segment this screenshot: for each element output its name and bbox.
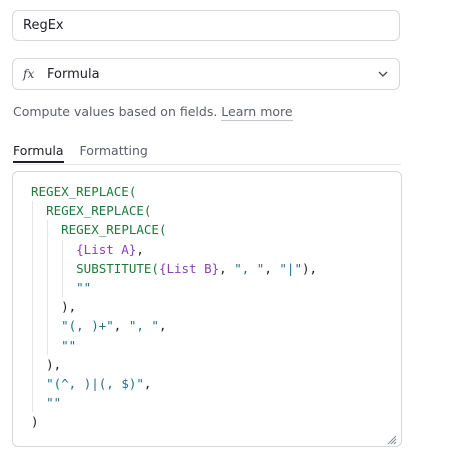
field-type-label: Formula: [47, 66, 100, 82]
fx-icon: fx: [23, 67, 35, 81]
indent-guide: [47, 220, 49, 240]
code-token-str: "(^, )|(, $)": [46, 375, 144, 391]
editor-tabs: Formula Formatting: [13, 142, 401, 165]
code-token-punc: ): [31, 414, 39, 430]
indent-guide: [32, 316, 33, 336]
indent-guide: [32, 297, 33, 317]
resize-handle-icon[interactable]: [385, 430, 397, 445]
code-token-str: ", ": [128, 318, 159, 334]
indent-guide: [32, 393, 33, 413]
indent-guide: [32, 220, 33, 240]
indent-guide: [32, 354, 33, 374]
indent-guide: [47, 239, 49, 259]
description-text: Compute values based on fields.: [13, 104, 218, 119]
indent-guide: [32, 278, 33, 298]
code-token-punc: ),: [46, 356, 62, 372]
tab-formatting[interactable]: Formatting: [80, 142, 148, 163]
indent-guide: [32, 239, 33, 259]
indent-guide: [47, 335, 49, 355]
indent-guide: [32, 258, 33, 278]
code-token-punc: ,: [113, 318, 129, 334]
code-token-punc: ,: [143, 375, 152, 391]
indent-guide: [47, 258, 49, 278]
indent-guide: [47, 278, 49, 298]
code-line: ): [31, 412, 317, 431]
code-token-str: ", ": [234, 260, 265, 276]
code-token-field: {List B}: [158, 260, 220, 276]
code-line: "(^, )|(, $)",: [31, 374, 317, 393]
code-line: "": [31, 393, 317, 412]
field-name-input[interactable]: RegEx: [12, 10, 400, 41]
code-token-punc: ,: [136, 241, 144, 257]
indent-guide: [62, 278, 64, 298]
indent-guide: [47, 297, 49, 317]
code-line: ),: [31, 355, 317, 374]
code-token-str: "|": [279, 260, 302, 276]
code-token-punc: ,: [264, 260, 280, 276]
code-token-punc: ,: [158, 318, 167, 334]
formula-code[interactable]: REGEX_REPLACE( REGEX_REPLACE( REGEX_REPL…: [31, 182, 317, 431]
code-line: ),: [31, 297, 317, 316]
indent-guide: [47, 316, 49, 336]
field-description: Compute values based on fields. Learn mo…: [13, 104, 293, 121]
code-token-fn: SUBSTITUTE(: [76, 260, 159, 276]
indent-guide: [32, 335, 33, 355]
indent-guide: [62, 239, 64, 259]
code-token-str: "": [46, 395, 62, 411]
field-type-select[interactable]: fx Formula: [12, 58, 400, 90]
code-token-fn: REGEX_REPLACE(: [61, 222, 167, 238]
code-token-str: "(, )+": [61, 318, 114, 334]
indent-guide: [32, 201, 33, 221]
code-token-fn: REGEX_REPLACE(: [31, 184, 137, 199]
code-line: "(, )+", ", ",: [31, 316, 317, 335]
code-line: REGEX_REPLACE(: [31, 201, 317, 220]
code-line: REGEX_REPLACE(: [31, 220, 317, 239]
code-line: REGEX_REPLACE(: [31, 182, 317, 201]
code-token-field: {List A}: [76, 241, 137, 257]
code-line: "": [31, 336, 317, 355]
code-line: SUBSTITUTE({List B}, ", ", "|"),: [31, 259, 317, 278]
indent-guide: [62, 258, 64, 278]
code-token-punc: ),: [61, 299, 77, 315]
code-line: "": [31, 278, 317, 297]
indent-guide: [32, 374, 33, 394]
tab-formula[interactable]: Formula: [13, 142, 64, 163]
code-line: {List A},: [31, 240, 317, 259]
chevron-down-icon: [377, 68, 389, 80]
code-token-str: "": [76, 279, 92, 295]
formula-editor[interactable]: REGEX_REPLACE( REGEX_REPLACE( REGEX_REPL…: [12, 171, 402, 447]
code-token-str: "": [61, 337, 77, 353]
code-token-punc: ,: [219, 260, 235, 276]
code-token-punc: ),: [301, 260, 318, 276]
learn-more-link[interactable]: Learn more: [221, 104, 293, 121]
code-token-fn: REGEX_REPLACE(: [46, 203, 152, 219]
